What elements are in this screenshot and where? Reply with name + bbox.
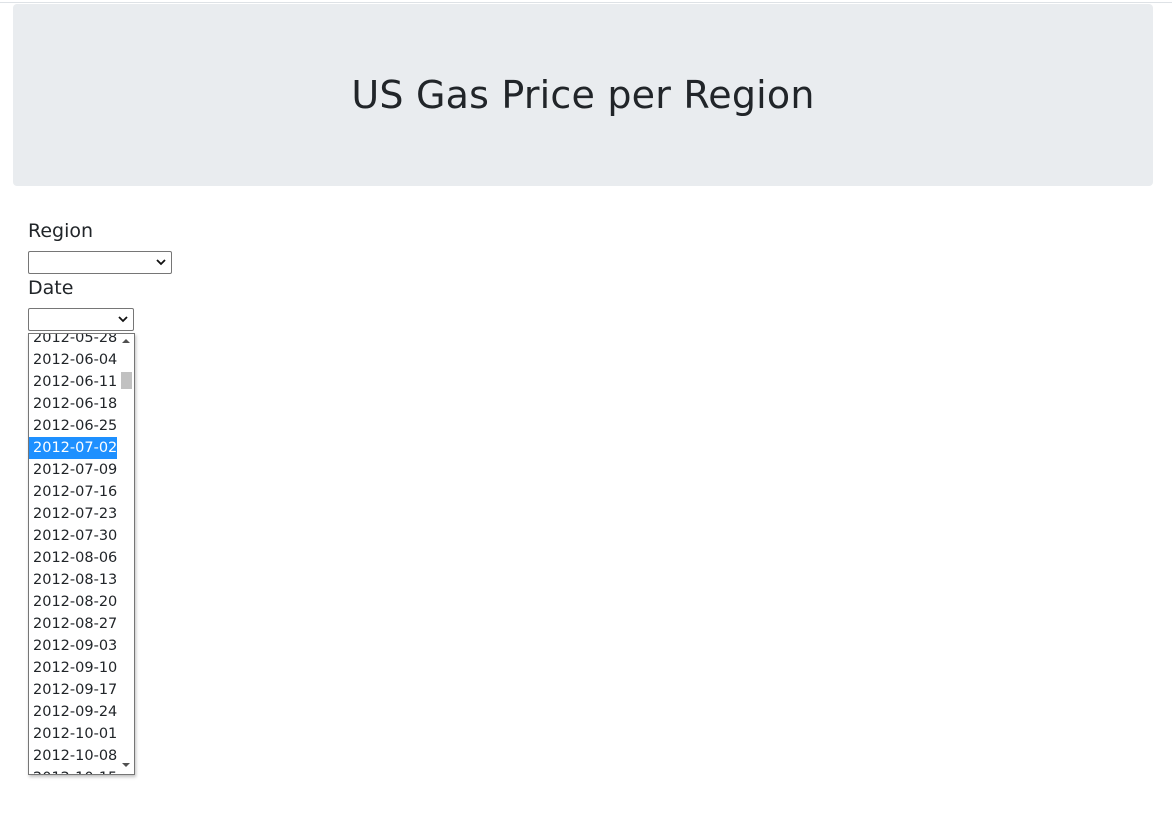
date-option[interactable]: 2012-08-13 [29,569,117,591]
date-option[interactable]: 2012-10-01 [29,723,117,745]
page-title: US Gas Price per Region [351,73,815,117]
date-option[interactable]: 2012-07-23 [29,503,117,525]
date-label: Date [28,277,74,299]
date-options: 2012-05-28 2012-06-04 2012-06-11 2012-06-18… [29,334,117,774]
region-label: Region [28,220,94,242]
region-select[interactable] [28,251,172,274]
dropdown-scrollbar[interactable] [117,334,134,774]
chevron-down-icon [117,313,129,325]
date-dropdown-list[interactable]: 2012-05-28 2012-06-04 2012-06-11 2012-06-18… [28,333,135,775]
date-select[interactable] [28,308,134,331]
date-option[interactable]: 2012-06-11 [29,371,117,393]
top-border [0,2,1172,3]
date-option[interactable]: 2012-07-09 [29,459,117,481]
date-option[interactable]: 2012-08-27 [29,613,117,635]
date-option[interactable]: 2012-07-16 [29,481,117,503]
scroll-up-arrow-icon[interactable] [117,334,134,350]
chevron-down-icon [155,256,167,268]
date-option[interactable]: 2012-10-15 [29,767,117,774]
scroll-down-arrow-icon[interactable] [117,758,134,774]
date-option[interactable]: 2012-05-28 [29,334,117,349]
date-option[interactable]: 2012-06-04 [29,349,117,371]
date-option[interactable]: 2012-08-06 [29,547,117,569]
date-option[interactable]: 2012-08-20 [29,591,117,613]
date-option[interactable]: 2012-06-25 [29,415,117,437]
header-banner: US Gas Price per Region [13,4,1153,186]
date-option[interactable]: 2012-07-02 [29,437,117,459]
scrollbar-thumb[interactable] [121,372,132,389]
date-option[interactable]: 2012-09-24 [29,701,117,723]
date-option[interactable]: 2012-10-08 [29,745,117,767]
date-option[interactable]: 2012-09-17 [29,679,117,701]
date-option[interactable]: 2012-09-03 [29,635,117,657]
date-option[interactable]: 2012-07-30 [29,525,117,547]
date-option[interactable]: 2012-06-18 [29,393,117,415]
date-option[interactable]: 2012-09-10 [29,657,117,679]
